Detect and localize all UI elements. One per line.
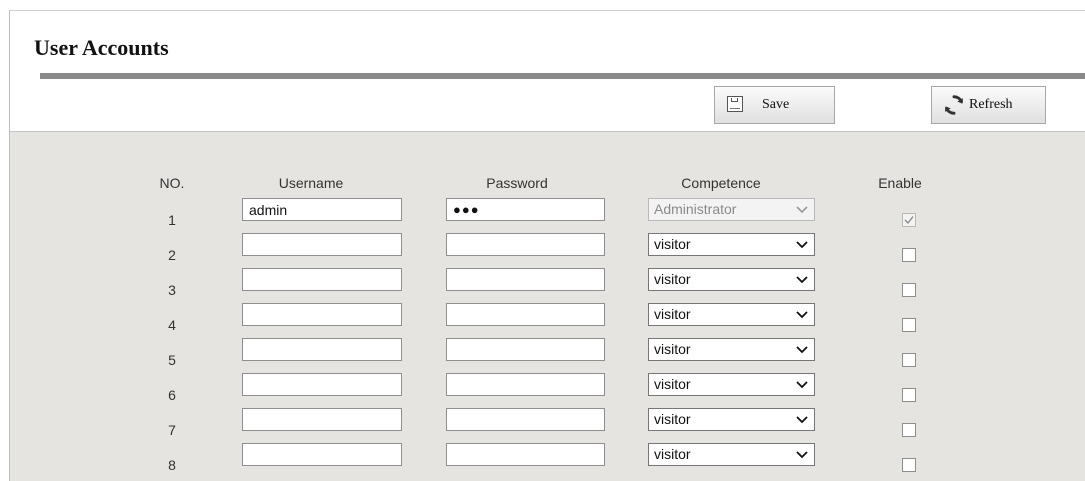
floppy-disk-icon — [727, 96, 743, 112]
competence-select[interactable]: visitor — [648, 443, 815, 466]
save-button-label: Save — [762, 97, 790, 112]
chevron-down-icon — [796, 451, 808, 459]
column-header-enable: Enable — [878, 175, 922, 191]
panel-header: User Accounts Save Refresh — [10, 11, 1085, 132]
competence-select[interactable]: visitor — [648, 338, 815, 361]
username-field[interactable] — [242, 198, 402, 221]
page-title: User Accounts — [34, 35, 169, 60]
chevron-down-icon — [796, 381, 808, 389]
column-header-competence: Competence — [681, 175, 761, 191]
password-field[interactable] — [446, 373, 605, 396]
refresh-button-label: Refresh — [969, 97, 1013, 112]
competence-select[interactable]: visitor — [648, 268, 815, 291]
row-number: 4 — [168, 317, 176, 333]
competence-select[interactable]: visitor — [648, 303, 815, 326]
row-number: 6 — [168, 387, 176, 403]
password-field[interactable] — [446, 338, 605, 361]
row-number: 3 — [168, 282, 176, 298]
competence-select[interactable]: visitor — [648, 233, 815, 256]
enable-checkbox[interactable] — [902, 283, 916, 297]
save-button[interactable]: Save — [714, 86, 835, 124]
enable-checkbox[interactable] — [902, 423, 916, 437]
competence-select[interactable]: visitor — [648, 408, 815, 431]
username-field[interactable] — [242, 373, 402, 396]
competence-value: visitor — [654, 446, 691, 462]
password-field[interactable]: ●●● — [446, 198, 605, 221]
column-header-no: NO. — [159, 175, 185, 191]
competence-value: visitor — [654, 411, 691, 427]
password-field[interactable] — [446, 268, 605, 291]
row-number: 7 — [168, 422, 176, 438]
row-number: 2 — [168, 247, 176, 263]
competence-select[interactable]: visitor — [648, 373, 815, 396]
row-number: 5 — [168, 352, 176, 368]
competence-value: visitor — [654, 271, 691, 287]
enable-checkbox[interactable] — [902, 458, 916, 472]
column-header-username: Username — [278, 175, 344, 191]
chevron-down-icon — [796, 241, 808, 249]
enable-checkbox[interactable] — [902, 248, 916, 262]
title-divider — [40, 73, 1085, 79]
competence-value: visitor — [654, 341, 691, 357]
enable-checkbox[interactable] — [902, 388, 916, 402]
competence-value: visitor — [654, 306, 691, 322]
competence-select: Administrator — [648, 198, 815, 221]
competence-value: visitor — [654, 236, 691, 252]
competence-value: visitor — [654, 376, 691, 392]
username-field[interactable] — [242, 443, 402, 466]
password-field[interactable] — [446, 443, 605, 466]
chevron-down-icon — [796, 206, 808, 214]
checkmark-icon — [904, 216, 914, 225]
username-field[interactable] — [242, 268, 402, 291]
user-accounts-panel: User Accounts Save Refresh NO. Username … — [9, 10, 1085, 481]
row-number: 1 — [168, 212, 176, 228]
chevron-down-icon — [796, 276, 808, 284]
refresh-icon — [945, 95, 963, 115]
username-field[interactable] — [242, 408, 402, 431]
username-field[interactable] — [242, 233, 402, 256]
chevron-down-icon — [796, 311, 808, 319]
column-header-password: Password — [486, 175, 548, 191]
enable-checkbox — [902, 213, 916, 227]
competence-value: Administrator — [654, 201, 737, 217]
password-field[interactable] — [446, 303, 605, 326]
enable-checkbox[interactable] — [902, 318, 916, 332]
chevron-down-icon — [796, 416, 808, 424]
chevron-down-icon — [796, 346, 808, 354]
row-number: 8 — [168, 457, 176, 473]
refresh-button[interactable]: Refresh — [931, 86, 1046, 124]
password-field[interactable] — [446, 408, 605, 431]
username-field[interactable] — [242, 303, 402, 326]
password-field[interactable] — [446, 233, 605, 256]
enable-checkbox[interactable] — [902, 353, 916, 367]
username-field[interactable] — [242, 338, 402, 361]
